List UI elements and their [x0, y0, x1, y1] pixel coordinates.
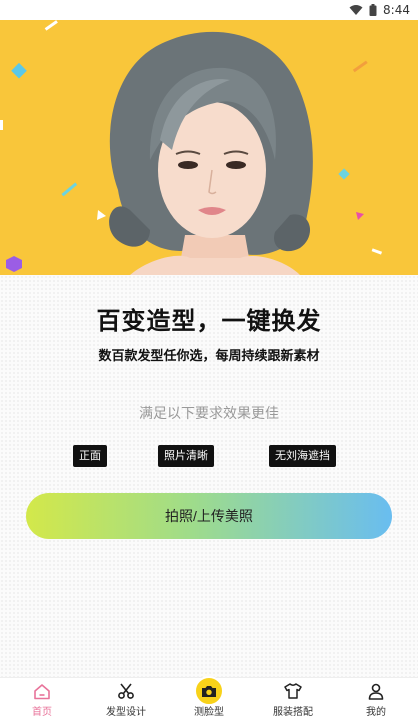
- requirement-tag: 照片清晰: [158, 445, 214, 467]
- page-subtitle: 数百款发型任你选，每周持续跟新素材: [98, 349, 320, 364]
- main-content: 百变造型，一键换发 数百款发型任你选，每周持续跟新素材 满足以下要求效果更佳 正…: [0, 275, 418, 677]
- requirement-tag: 无刘海遮挡: [269, 445, 336, 467]
- tab-home[interactable]: 首页: [0, 678, 84, 720]
- home-icon: [32, 681, 52, 701]
- headline-container: 百变造型，一键换发: [0, 301, 418, 336]
- tab-face-shape[interactable]: 测脸型: [167, 676, 251, 720]
- requirements-tags: 正面 照片清晰 无刘海遮挡: [0, 445, 418, 467]
- battery-icon: [369, 4, 377, 16]
- tshirt-icon: [283, 681, 303, 701]
- requirements-title: 满足以下要求效果更佳: [139, 406, 279, 422]
- status-time: 8:44: [383, 3, 410, 17]
- tab-profile[interactable]: 我的: [334, 678, 418, 720]
- hero-banner: [0, 20, 418, 275]
- upload-photo-button[interactable]: 拍照/上传美照: [26, 493, 392, 539]
- requirement-tag: 正面: [73, 445, 107, 467]
- scissors-icon: [116, 681, 136, 701]
- wifi-icon: [349, 4, 363, 16]
- tab-label: 发型设计: [106, 707, 146, 718]
- camera-icon: [194, 676, 224, 706]
- tab-outfit-matching[interactable]: 服装搭配: [251, 678, 335, 720]
- page-headline: 百变造型，一键换发: [93, 301, 326, 336]
- status-bar: 8:44: [0, 0, 418, 20]
- portrait-illustration: [0, 20, 383, 275]
- tab-label: 服装搭配: [273, 707, 313, 718]
- tab-label: 首页: [32, 707, 52, 718]
- tab-hairstyle-design[interactable]: 发型设计: [84, 678, 168, 720]
- user-icon: [366, 681, 386, 701]
- bottom-tab-bar: 首页 发型设计 测脸型 服装搭配 我的: [0, 676, 418, 720]
- tab-label: 我的: [366, 707, 386, 718]
